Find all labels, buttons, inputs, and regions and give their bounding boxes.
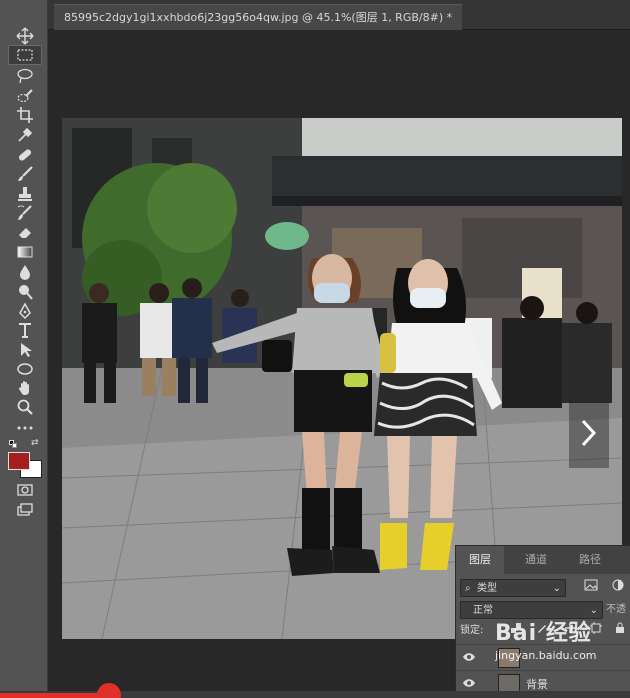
blend-mode-dropdown[interactable]: 正常 ⌄: [460, 601, 603, 619]
healing-brush-tool-icon[interactable]: [8, 145, 42, 165]
document-tab[interactable]: 85995c2dgy1gi1xxhbdo6j23gg56o4qw.jpg @ 4…: [54, 4, 463, 30]
tab-layers[interactable]: 图层: [456, 546, 504, 574]
layers-panel: 图层 通道 路径 ⌕ 类型 ⌄ 正常 ⌄ 不透 锁定: 背景: [455, 545, 630, 698]
zoom-tool-icon[interactable]: [8, 397, 42, 417]
eye-icon[interactable]: [462, 676, 476, 690]
path-select-tool-icon[interactable]: [8, 340, 42, 360]
gradient-tool-icon[interactable]: [8, 242, 42, 262]
lock-position-icon[interactable]: [564, 622, 576, 640]
photoshop-window: ⇄ 85995c2dgy1gi1xxhbdo6j23gg56o4qw.jpg @…: [0, 0, 630, 698]
video-progress-fill: [0, 693, 100, 698]
tab-paths[interactable]: 路径: [564, 546, 616, 574]
lock-pixels-icon[interactable]: [536, 622, 548, 640]
search-icon: ⌕: [465, 583, 471, 594]
foreground-color-swatch[interactable]: [8, 452, 30, 470]
quick-mask-icon[interactable]: [8, 480, 42, 500]
document-tab-bar: 85995c2dgy1gi1xxhbdo6j23gg56o4qw.jpg @ 4…: [48, 0, 630, 30]
lock-transparent-icon[interactable]: [510, 622, 522, 640]
panel-tabs: 图层 通道 路径: [456, 546, 630, 574]
crop-tool-icon[interactable]: [8, 105, 42, 125]
chevron-down-icon: ⌄: [552, 583, 561, 594]
layer-filter-dropdown[interactable]: ⌕ 类型 ⌄: [460, 579, 566, 597]
opacity-label: 不透: [606, 604, 626, 615]
eyedropper-tool-icon[interactable]: [8, 125, 42, 145]
ellipse-tool-icon[interactable]: [8, 359, 42, 379]
eraser-tool-icon[interactable]: [8, 222, 42, 242]
hand-tool-icon[interactable]: [8, 378, 42, 398]
more-tools-icon[interactable]: [8, 418, 42, 438]
layer-thumbnail: [498, 648, 520, 668]
lock-artboard-icon[interactable]: [590, 622, 602, 640]
document-tab-title: 85995c2dgy1gi1xxhbdo6j23gg56o4qw.jpg @ 4…: [64, 11, 453, 24]
blur-tool-icon[interactable]: [8, 262, 42, 282]
swap-colors-icon[interactable]: ⇄: [31, 438, 41, 448]
chevron-down-icon: ⌄: [589, 605, 598, 616]
dodge-tool-icon[interactable]: [8, 282, 42, 302]
blend-mode-value: 正常: [473, 605, 493, 616]
marquee-tool-icon[interactable]: [8, 45, 42, 65]
type-tool-icon[interactable]: [8, 320, 42, 340]
clone-stamp-tool-icon[interactable]: [8, 184, 42, 204]
lock-all-icon[interactable]: [614, 622, 626, 640]
pen-tool-icon[interactable]: [8, 301, 42, 321]
brush-tool-icon[interactable]: [8, 164, 42, 184]
layer-filter-label: 类型: [477, 583, 497, 594]
image-filter-icon[interactable]: [584, 579, 602, 597]
eye-icon[interactable]: [462, 650, 476, 664]
layer-row-1[interactable]: [456, 644, 630, 670]
lock-label: 锁定:: [460, 625, 484, 636]
default-colors-icon[interactable]: [9, 440, 17, 448]
layer-name: 背景: [526, 678, 548, 691]
history-brush-tool-icon[interactable]: [8, 203, 42, 223]
tools-panel: ⇄: [0, 0, 48, 698]
lasso-tool-icon[interactable]: [8, 66, 42, 86]
tab-channels[interactable]: 通道: [508, 546, 564, 574]
quick-select-tool-icon[interactable]: [8, 86, 42, 106]
move-tool-icon[interactable]: [8, 26, 42, 46]
screen-mode-icon[interactable]: [8, 500, 42, 520]
next-image-button[interactable]: [569, 398, 609, 468]
adjustment-filter-icon[interactable]: [612, 579, 628, 597]
chevron-right-icon: [581, 419, 597, 447]
